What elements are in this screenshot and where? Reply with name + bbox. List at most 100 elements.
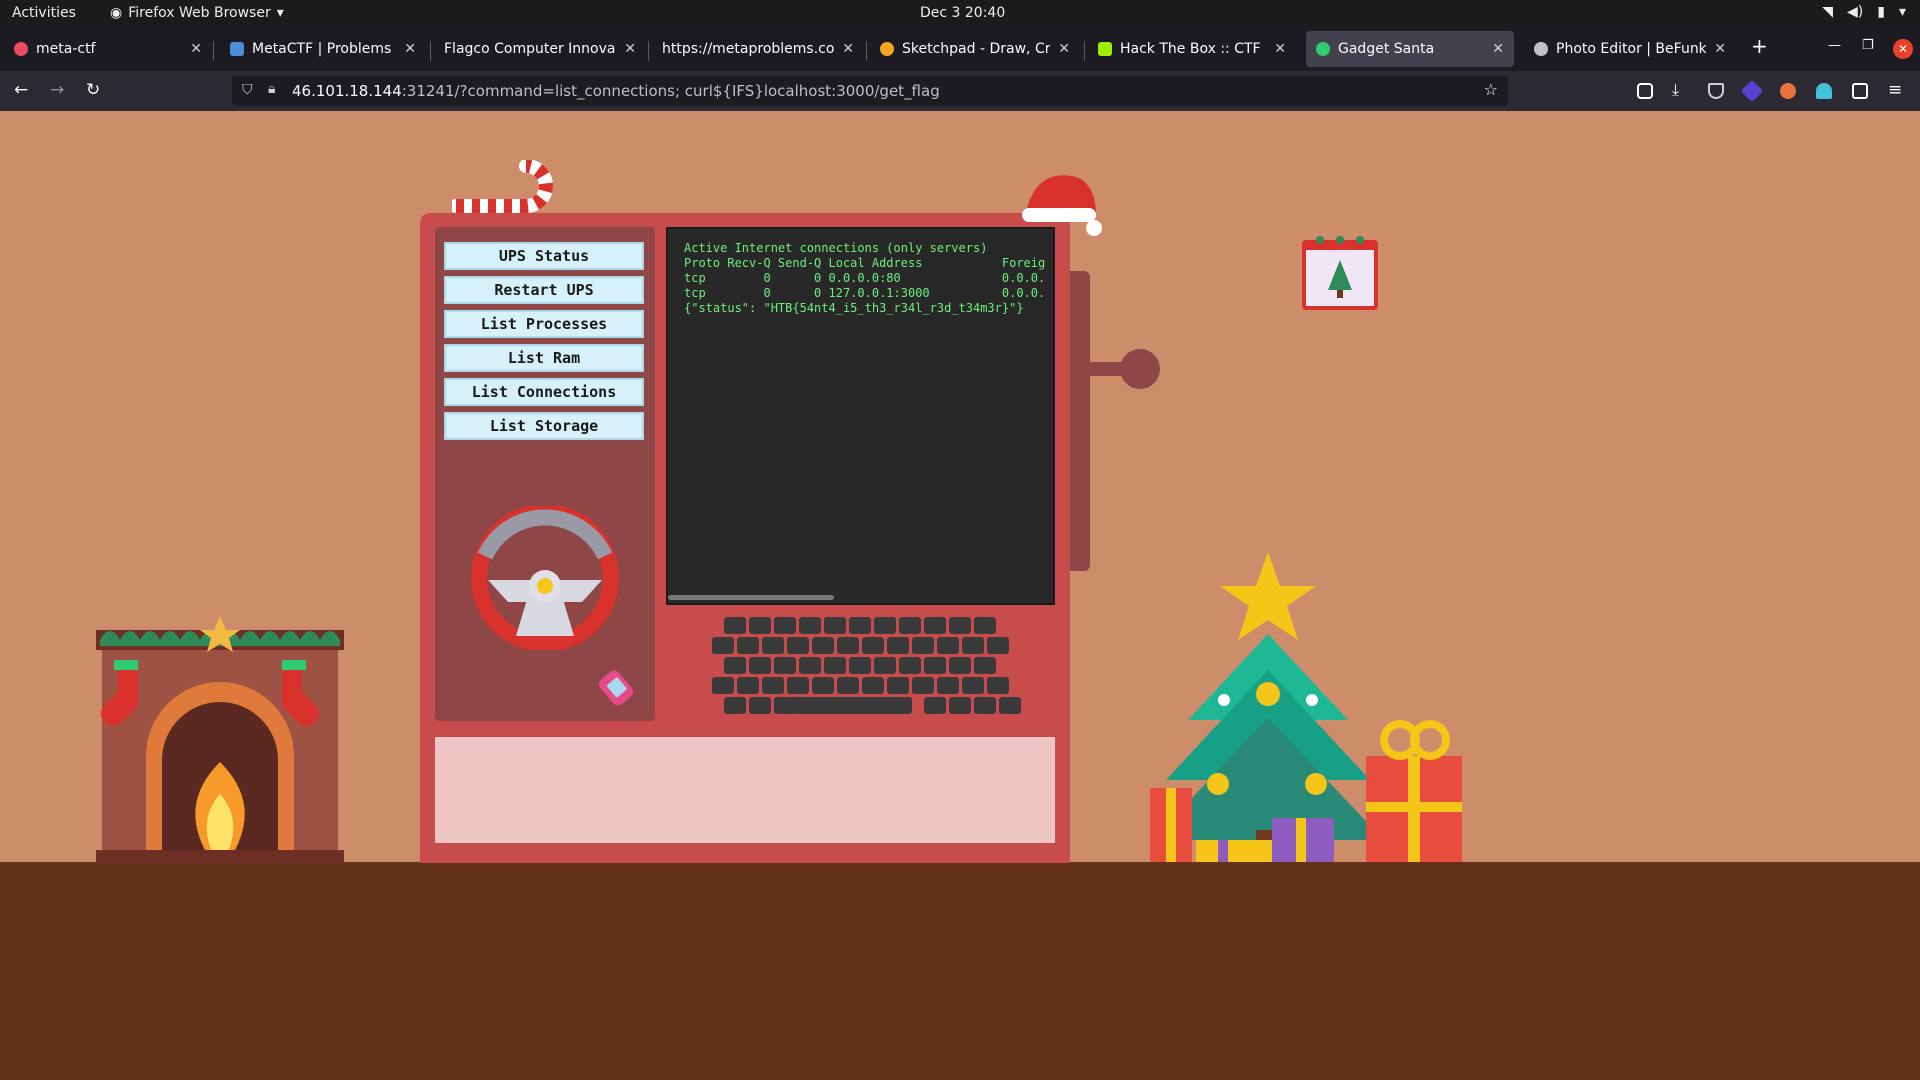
url-path: :31241/?command=list_connections; curl${…: [401, 82, 940, 100]
close-icon[interactable]: ✕: [1058, 41, 1070, 57]
restore-icon[interactable]: ❐: [1862, 38, 1874, 53]
close-icon[interactable]: ✕: [842, 41, 854, 57]
close-icon[interactable]: ✕: [190, 41, 202, 57]
keyboard-key: [787, 637, 809, 654]
tab-title: Sketchpad - Draw, Creat: [902, 41, 1051, 57]
keyboard-key: [887, 677, 909, 694]
keyboard-key: [949, 617, 971, 634]
tab-befunky[interactable]: Photo Editor | BeFunky: ✕: [1524, 31, 1736, 67]
tab-gadget-santa[interactable]: Gadget Santa ✕: [1306, 31, 1514, 67]
keyboard-key: [974, 697, 996, 714]
keyboard-key: [899, 657, 921, 674]
lever-knob[interactable]: [1120, 349, 1160, 389]
list-connections-button[interactable]: List Connections: [444, 378, 644, 406]
forward-button[interactable]: →: [50, 80, 64, 100]
url-host: 46.101.18.144: [292, 82, 402, 100]
keyboard-key: [762, 637, 784, 654]
notion-icon[interactable]: [1852, 83, 1868, 99]
keyboard-key: [862, 677, 884, 694]
tab-flagco[interactable]: Flagco Computer Innovatio ✕: [434, 31, 646, 67]
keyboard-key: [712, 677, 734, 694]
keyboard-key: [774, 617, 796, 634]
cloud-icon[interactable]: [1816, 83, 1832, 99]
tab-metactf-problems[interactable]: MetaCTF | Problems ✕: [220, 31, 426, 67]
download-icon[interactable]: ⤓: [1672, 80, 1679, 100]
meta-ctf-icon: [14, 42, 28, 56]
close-icon[interactable]: ✕: [1492, 41, 1504, 57]
sketchpad-icon: [880, 42, 894, 56]
restart-ups-button[interactable]: Restart UPS: [444, 276, 644, 304]
tab-sketchpad[interactable]: Sketchpad - Draw, Creat ✕: [870, 31, 1080, 67]
tab-title: meta-ctf: [36, 41, 96, 57]
fireplace-illustration: [96, 616, 344, 864]
keyboard-key: [899, 617, 921, 634]
new-tab-button[interactable]: +: [1751, 34, 1768, 58]
keyboard-key: [949, 697, 971, 714]
reload-button[interactable]: ↻: [86, 80, 100, 100]
app-menu[interactable]: ◉ Firefox Web Browser ▾: [110, 5, 284, 21]
keyboard-key: [774, 657, 796, 674]
keyboard-key: [799, 617, 821, 634]
close-icon[interactable]: ✕: [1714, 41, 1726, 57]
keyboard-key: [837, 677, 859, 694]
tab-hack-the-box[interactable]: Hack The Box :: CTF ✕: [1088, 31, 1296, 67]
list-processes-button[interactable]: List Processes: [444, 310, 644, 338]
battery-icon[interactable]: ▮: [1877, 4, 1885, 20]
keyboard-key: [962, 637, 984, 654]
lock-icon[interactable]: 🔒︎: [268, 81, 275, 97]
pocket-icon[interactable]: [1637, 83, 1653, 99]
tab-title: MetaCTF | Problems: [252, 41, 392, 57]
calendar-icon: [1302, 236, 1378, 310]
keyboard-key: [962, 677, 984, 694]
keyboard-key: [749, 657, 771, 674]
clock[interactable]: Dec 3 20:40: [920, 5, 1005, 21]
keyboard-key: [749, 617, 771, 634]
ublock-icon[interactable]: [1708, 83, 1724, 99]
keyboard-key: [724, 657, 746, 674]
keyboard-key: [849, 657, 871, 674]
htb-icon: [1098, 42, 1112, 56]
shield-icon[interactable]: ⛉: [242, 82, 253, 98]
extension-icon[interactable]: [1740, 79, 1764, 103]
metactf-icon: [230, 42, 244, 56]
extension-icon[interactable]: [1780, 83, 1796, 99]
keyboard-key: [737, 637, 759, 654]
keyboard-key: [824, 617, 846, 634]
list-ram-button[interactable]: List Ram: [444, 344, 644, 372]
keyboard-key: [874, 657, 896, 674]
terminal-output: Active Internet connections (only server…: [684, 241, 1046, 315]
hamburger-menu-icon[interactable]: ≡: [1888, 80, 1902, 100]
close-icon[interactable]: ✕: [404, 41, 416, 57]
tab-meta-ctf[interactable]: meta-ctf ✕: [4, 31, 212, 67]
bookmark-star-icon[interactable]: ☆: [1484, 80, 1498, 99]
close-window-button[interactable]: ✕: [1893, 39, 1913, 59]
navigation-bar: ← → ↻ ⛉ 🔒︎ 46.101.18.144:31241/?command=…: [0, 71, 1920, 111]
list-storage-button[interactable]: List Storage: [444, 412, 644, 440]
url-text[interactable]: 46.101.18.144:31241/?command=list_connec…: [292, 82, 940, 100]
tab-title: Gadget Santa: [1338, 41, 1435, 57]
activities-button[interactable]: Activities: [12, 5, 76, 21]
christmas-tree-illustration: [1150, 552, 1462, 862]
chevron-down-icon[interactable]: ▾: [1899, 4, 1906, 20]
tab-strip: meta-ctf ✕ MetaCTF | Problems ✕ Flagco C…: [0, 27, 1920, 71]
keyboard-key: [824, 657, 846, 674]
ups-status-button[interactable]: UPS Status: [444, 242, 644, 270]
close-icon[interactable]: ✕: [1274, 41, 1286, 57]
output-panel: [435, 737, 1055, 843]
volume-icon[interactable]: ◀): [1847, 4, 1863, 20]
keyboard-key: [937, 637, 959, 654]
terminal-scrollbar[interactable]: [668, 595, 834, 600]
wifi-icon[interactable]: ◥: [1822, 4, 1833, 20]
keyboard-key: [724, 617, 746, 634]
keyboard-key: [924, 617, 946, 634]
system-tray[interactable]: ◥ ◀) ▮ ▾: [1822, 4, 1906, 20]
tab-metaproblems[interactable]: https://metaproblems.com ✕: [652, 31, 864, 67]
terminal-screen: Active Internet connections (only server…: [666, 227, 1055, 605]
back-button[interactable]: ←: [14, 80, 28, 100]
minimize-icon[interactable]: —: [1828, 38, 1841, 53]
url-bar[interactable]: ⛉ 🔒︎ 46.101.18.144:31241/?command=list_c…: [232, 76, 1508, 106]
keyboard-key: [724, 697, 746, 714]
close-icon[interactable]: ✕: [624, 41, 636, 57]
keyboard-key: [987, 637, 1009, 654]
keyboard-key: [737, 677, 759, 694]
